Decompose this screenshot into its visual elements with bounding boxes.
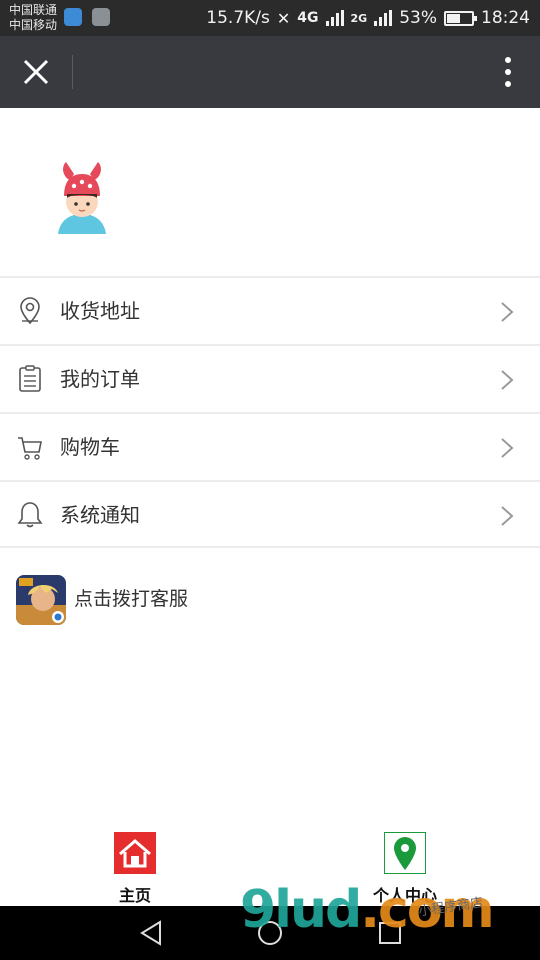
menu-item-cart[interactable]: 购物车 — [0, 412, 540, 480]
mute-icon: ✕ — [276, 8, 291, 28]
watermark-text: 9lud — [240, 880, 362, 940]
image-notification-icon — [92, 8, 110, 26]
menu-item-label: 我的订单 — [60, 367, 140, 391]
network-type-2: 2G — [350, 11, 368, 25]
chevron-right-icon — [501, 506, 514, 526]
network-type-1: 4G — [297, 10, 319, 26]
customer-service-label: 点击拨打客服 — [74, 588, 189, 610]
signal-2-icon — [374, 10, 393, 26]
cart-icon — [18, 437, 42, 460]
clipboard-icon — [19, 365, 41, 392]
tab-label: 主页 — [118, 886, 151, 905]
avatar[interactable] — [52, 158, 112, 238]
carrier-info: 中国联通 中国移动 — [9, 3, 57, 33]
carrier-1: 中国联通 — [9, 3, 58, 17]
battery-icon — [444, 10, 477, 26]
chevron-right-icon — [501, 302, 514, 322]
title-divider — [72, 55, 73, 89]
menu-item-label: 购物车 — [60, 435, 120, 459]
profile-header — [0, 108, 540, 276]
more-vertical-icon — [505, 57, 511, 87]
game-app-icon — [16, 575, 66, 625]
close-icon — [23, 59, 49, 85]
menu-item-notifications[interactable]: 系统通知 — [0, 480, 540, 548]
map-pin-icon — [384, 832, 426, 874]
customer-service-button[interactable]: 点击拨打客服 — [0, 572, 540, 626]
menu-list: 收货地址 我的订单 购物车 系统通知 — [0, 276, 540, 548]
battery-percent: 53% — [399, 8, 437, 28]
notification-app-icon — [64, 8, 82, 26]
tab-home[interactable]: 主页 — [80, 832, 190, 905]
carrier-2: 中国移动 — [9, 18, 58, 32]
network-speed: 15.7K/s — [206, 8, 270, 28]
signal-1-icon — [325, 10, 344, 26]
menu-item-address[interactable]: 收货地址 — [0, 276, 540, 344]
clock: 18:24 — [481, 8, 530, 28]
menu-item-label: 收货地址 — [60, 299, 140, 323]
location-pin-icon — [20, 297, 40, 325]
more-button[interactable] — [498, 54, 518, 90]
chevron-right-icon — [501, 438, 514, 458]
bell-icon — [17, 502, 43, 528]
home-icon — [114, 832, 156, 874]
menu-item-label: 系统通知 — [60, 503, 140, 527]
close-button[interactable] — [14, 50, 58, 94]
title-bar — [0, 36, 540, 108]
menu-item-orders[interactable]: 我的订单 — [0, 344, 540, 412]
chevron-right-icon — [501, 370, 514, 390]
back-icon[interactable] — [136, 918, 166, 948]
status-bar: 中国联通 中国移动 15.7K/s ✕ 4G 2G 53% 18:24 — [0, 0, 540, 36]
